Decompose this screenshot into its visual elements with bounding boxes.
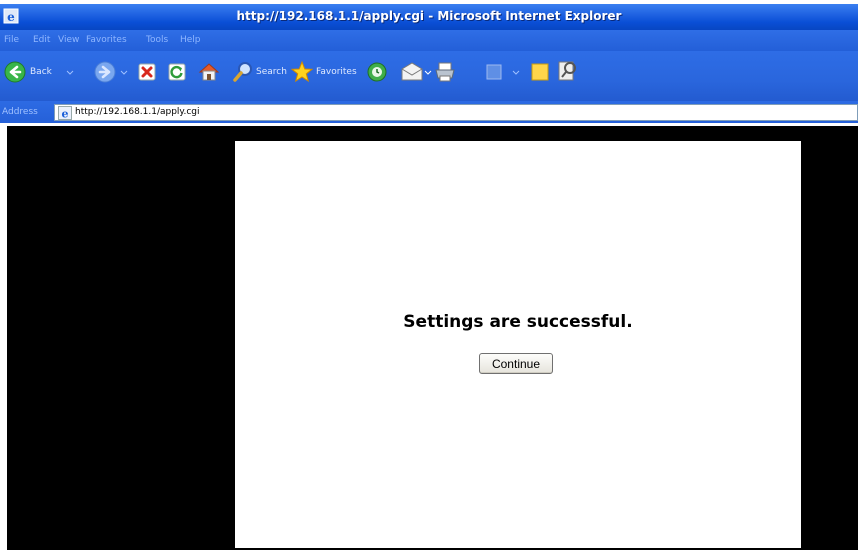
title-bar: e http://192.168.1.1/apply.cgi - Microso… xyxy=(0,4,858,30)
discuss-icon[interactable] xyxy=(530,61,550,83)
edit-dropdown-icon[interactable] xyxy=(512,68,520,76)
ie-page-icon: e xyxy=(58,106,72,120)
back-label[interactable]: Back xyxy=(30,67,52,77)
mail-icon[interactable] xyxy=(400,61,424,83)
menu-view[interactable]: View xyxy=(58,35,79,45)
address-bar: Address e http://192.168.1.1/apply.cgi xyxy=(0,101,858,123)
address-url: http://192.168.1.1/apply.cgi xyxy=(75,107,200,117)
menu-edit[interactable]: Edit xyxy=(33,35,50,45)
back-dropdown-icon[interactable] xyxy=(66,68,74,76)
back-arrow-icon[interactable] xyxy=(4,61,26,83)
forward-dropdown-icon[interactable] xyxy=(120,68,128,76)
mail-dropdown-icon[interactable] xyxy=(424,68,432,76)
menu-bar: File Edit View Favorites Tools Help xyxy=(0,30,858,51)
svg-text:e: e xyxy=(62,108,69,121)
content-panel: Settings are successful. Continue xyxy=(235,141,801,548)
favorites-star-icon[interactable] xyxy=(290,60,314,84)
page-viewport: Settings are successful. Continue xyxy=(0,123,858,555)
stop-icon[interactable] xyxy=(138,63,156,81)
print-icon[interactable] xyxy=(434,61,456,83)
search-label[interactable]: Search xyxy=(256,67,287,77)
menu-help[interactable]: Help xyxy=(180,35,201,45)
research-icon[interactable] xyxy=(556,59,578,83)
menu-tools[interactable]: Tools xyxy=(146,35,168,45)
home-icon[interactable] xyxy=(198,61,220,83)
address-label: Address xyxy=(2,107,38,117)
window-title: http://192.168.1.1/apply.cgi - Microsoft… xyxy=(236,9,622,23)
forward-arrow-icon[interactable] xyxy=(94,61,116,83)
menu-favorites[interactable]: Favorites xyxy=(86,35,127,45)
success-message: Settings are successful. xyxy=(403,312,633,332)
search-icon[interactable] xyxy=(232,61,254,83)
menu-file[interactable]: File xyxy=(4,35,19,45)
refresh-icon[interactable] xyxy=(168,63,186,81)
toolbar: Back Search Favorites xyxy=(0,51,858,101)
address-input[interactable]: e http://192.168.1.1/apply.cgi xyxy=(54,104,858,121)
continue-button[interactable]: Continue xyxy=(479,353,553,374)
edit-icon[interactable] xyxy=(486,64,502,80)
favorites-label[interactable]: Favorites xyxy=(316,67,357,77)
history-icon[interactable] xyxy=(366,61,388,83)
